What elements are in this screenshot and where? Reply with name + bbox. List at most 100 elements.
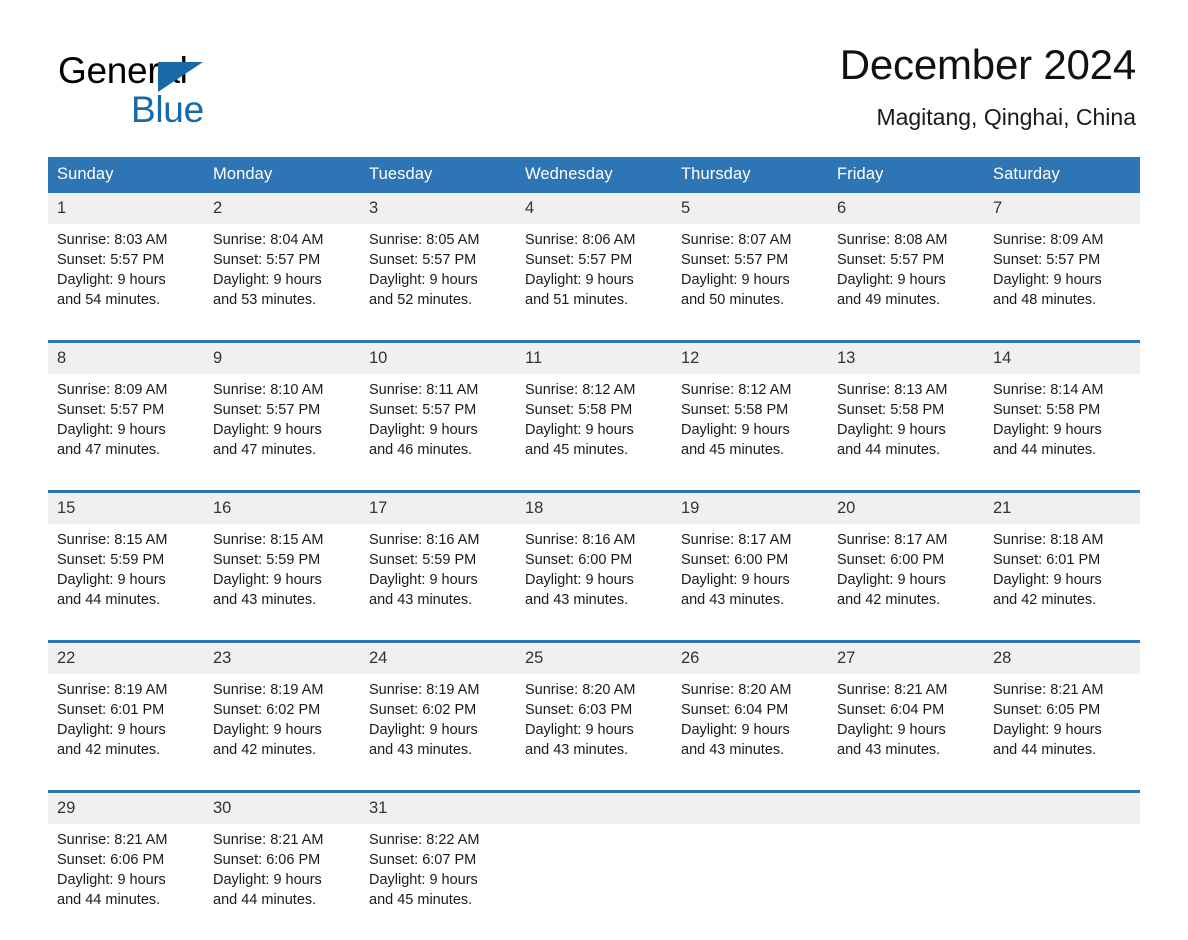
daylight-text-line1: Daylight: 9 hours (837, 572, 946, 588)
sunrise-text: Sunrise: 8:19 AM (213, 682, 324, 698)
daylight-text-line1: Daylight: 9 hours (681, 722, 790, 738)
day-number[interactable]: 13 (828, 340, 984, 374)
day-cell[interactable]: Sunrise: 8:08 AM Sunset: 5:57 PM Dayligh… (828, 224, 984, 342)
general-blue-logo[interactable]: General Blue (58, 50, 338, 142)
daylight-text-line1: Daylight: 9 hours (525, 272, 634, 288)
day-cell[interactable]: Sunrise: 8:17 AM Sunset: 6:00 PM Dayligh… (828, 524, 984, 642)
day-number[interactable]: 29 (48, 790, 204, 824)
day-cell[interactable]: Sunrise: 8:17 AM Sunset: 6:00 PM Dayligh… (672, 524, 828, 642)
day-number[interactable]: 5 (672, 193, 828, 224)
daylight-text-line1: Daylight: 9 hours (57, 872, 166, 888)
day-cell[interactable]: Sunrise: 8:12 AM Sunset: 5:58 PM Dayligh… (672, 374, 828, 492)
daylight-text-line1: Daylight: 9 hours (369, 272, 478, 288)
day-number[interactable]: 18 (516, 490, 672, 524)
day-cell[interactable]: Sunrise: 8:19 AM Sunset: 6:01 PM Dayligh… (48, 674, 204, 792)
day-number[interactable]: 21 (984, 490, 1140, 524)
empty-day-cell (984, 824, 1140, 940)
day-cell[interactable]: Sunrise: 8:07 AM Sunset: 5:57 PM Dayligh… (672, 224, 828, 342)
day-number[interactable]: 23 (204, 640, 360, 674)
sunset-text: Sunset: 6:06 PM (57, 852, 165, 868)
empty-day-cell (516, 824, 672, 940)
day-cell[interactable]: Sunrise: 8:15 AM Sunset: 5:59 PM Dayligh… (48, 524, 204, 642)
day-number[interactable]: 31 (360, 790, 516, 824)
sunset-text: Sunset: 6:04 PM (681, 702, 789, 718)
daylight-text-line1: Daylight: 9 hours (525, 422, 634, 438)
daylight-text-line2: and 43 minutes. (525, 592, 629, 608)
daylight-text-line2: and 47 minutes. (57, 442, 161, 458)
daylight-text-line2: and 43 minutes. (681, 742, 785, 758)
day-number[interactable]: 26 (672, 640, 828, 674)
day-cell[interactable]: Sunrise: 8:12 AM Sunset: 5:58 PM Dayligh… (516, 374, 672, 492)
day-cell[interactable]: Sunrise: 8:09 AM Sunset: 5:57 PM Dayligh… (984, 224, 1140, 342)
day-number[interactable]: 28 (984, 640, 1140, 674)
day-cell[interactable]: Sunrise: 8:06 AM Sunset: 5:57 PM Dayligh… (516, 224, 672, 342)
day-cell[interactable]: Sunrise: 8:15 AM Sunset: 5:59 PM Dayligh… (204, 524, 360, 642)
daylight-text-line1: Daylight: 9 hours (681, 422, 790, 438)
weekday-header-thursday: Thursday (672, 157, 828, 193)
sunrise-text: Sunrise: 8:21 AM (993, 682, 1104, 698)
sunset-text: Sunset: 6:07 PM (369, 852, 477, 868)
day-number[interactable]: 16 (204, 490, 360, 524)
sunrise-text: Sunrise: 8:14 AM (993, 382, 1104, 398)
sunset-text: Sunset: 6:02 PM (369, 702, 477, 718)
day-number[interactable]: 30 (204, 790, 360, 824)
day-number[interactable]: 25 (516, 640, 672, 674)
day-cell[interactable]: Sunrise: 8:21 AM Sunset: 6:06 PM Dayligh… (204, 824, 360, 940)
day-number[interactable]: 6 (828, 193, 984, 224)
day-number[interactable]: 22 (48, 640, 204, 674)
day-number[interactable]: 15 (48, 490, 204, 524)
day-cell[interactable]: Sunrise: 8:21 AM Sunset: 6:06 PM Dayligh… (48, 824, 204, 940)
day-cell[interactable]: Sunrise: 8:05 AM Sunset: 5:57 PM Dayligh… (360, 224, 516, 342)
day-cell[interactable]: Sunrise: 8:21 AM Sunset: 6:04 PM Dayligh… (828, 674, 984, 792)
day-number[interactable]: 8 (48, 340, 204, 374)
day-number[interactable]: 27 (828, 640, 984, 674)
day-number[interactable]: 14 (984, 340, 1140, 374)
sunset-text: Sunset: 5:57 PM (993, 252, 1101, 268)
daylight-text-line2: and 45 minutes. (525, 442, 629, 458)
day-cell[interactable]: Sunrise: 8:11 AM Sunset: 5:57 PM Dayligh… (360, 374, 516, 492)
day-cell[interactable]: Sunrise: 8:03 AM Sunset: 5:57 PM Dayligh… (48, 224, 204, 342)
day-number[interactable]: 9 (204, 340, 360, 374)
sunrise-text: Sunrise: 8:04 AM (213, 232, 324, 248)
sunset-text: Sunset: 5:57 PM (213, 402, 321, 418)
day-number[interactable]: 12 (672, 340, 828, 374)
day-number[interactable]: 20 (828, 490, 984, 524)
day-number[interactable]: 4 (516, 193, 672, 224)
day-number[interactable]: 17 (360, 490, 516, 524)
sunset-text: Sunset: 5:58 PM (525, 402, 633, 418)
day-number[interactable]: 3 (360, 193, 516, 224)
day-cell[interactable]: Sunrise: 8:20 AM Sunset: 6:03 PM Dayligh… (516, 674, 672, 792)
day-cell[interactable]: Sunrise: 8:22 AM Sunset: 6:07 PM Dayligh… (360, 824, 516, 940)
day-cell[interactable]: Sunrise: 8:09 AM Sunset: 5:57 PM Dayligh… (48, 374, 204, 492)
page-title: December 2024 (839, 41, 1136, 88)
day-number[interactable]: 2 (204, 193, 360, 224)
week-info-row: Sunrise: 8:09 AM Sunset: 5:57 PM Dayligh… (48, 374, 1140, 492)
daylight-text-line1: Daylight: 9 hours (837, 422, 946, 438)
empty-day-cell (672, 824, 828, 940)
empty-day-number (516, 790, 672, 824)
day-cell[interactable]: Sunrise: 8:20 AM Sunset: 6:04 PM Dayligh… (672, 674, 828, 792)
weekday-header-wednesday: Wednesday (516, 157, 672, 193)
day-number[interactable]: 11 (516, 340, 672, 374)
calendar-page: General Blue December 2024 Magitang, Qin… (0, 0, 1188, 940)
day-cell[interactable]: Sunrise: 8:18 AM Sunset: 6:01 PM Dayligh… (984, 524, 1140, 642)
day-number[interactable]: 10 (360, 340, 516, 374)
daylight-text-line2: and 44 minutes. (213, 892, 317, 908)
day-cell[interactable]: Sunrise: 8:19 AM Sunset: 6:02 PM Dayligh… (360, 674, 516, 792)
day-number[interactable]: 7 (984, 193, 1140, 224)
day-cell[interactable]: Sunrise: 8:14 AM Sunset: 5:58 PM Dayligh… (984, 374, 1140, 492)
day-cell[interactable]: Sunrise: 8:21 AM Sunset: 6:05 PM Dayligh… (984, 674, 1140, 792)
daylight-text-line2: and 44 minutes. (993, 442, 1097, 458)
day-cell[interactable]: Sunrise: 8:16 AM Sunset: 6:00 PM Dayligh… (516, 524, 672, 642)
week-dates-row: 22 23 24 25 26 27 28 (48, 640, 1140, 674)
day-cell[interactable]: Sunrise: 8:10 AM Sunset: 5:57 PM Dayligh… (204, 374, 360, 492)
sunrise-text: Sunrise: 8:13 AM (837, 382, 948, 398)
daylight-text-line1: Daylight: 9 hours (57, 422, 166, 438)
day-cell[interactable]: Sunrise: 8:04 AM Sunset: 5:57 PM Dayligh… (204, 224, 360, 342)
day-cell[interactable]: Sunrise: 8:19 AM Sunset: 6:02 PM Dayligh… (204, 674, 360, 792)
day-number[interactable]: 19 (672, 490, 828, 524)
day-cell[interactable]: Sunrise: 8:16 AM Sunset: 5:59 PM Dayligh… (360, 524, 516, 642)
day-number[interactable]: 1 (48, 193, 204, 224)
day-cell[interactable]: Sunrise: 8:13 AM Sunset: 5:58 PM Dayligh… (828, 374, 984, 492)
day-number[interactable]: 24 (360, 640, 516, 674)
